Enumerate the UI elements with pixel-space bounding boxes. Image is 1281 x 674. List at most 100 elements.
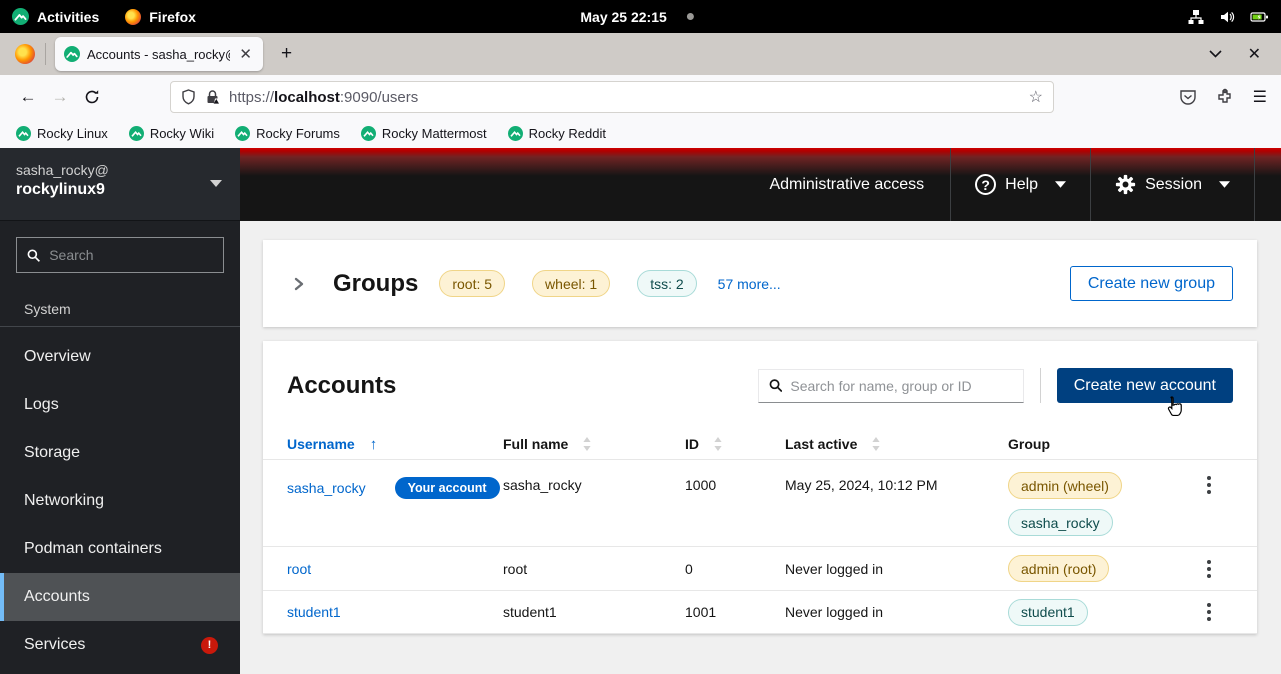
firefox-home-button[interactable] (10, 39, 40, 69)
group-chip-wheel[interactable]: wheel: 1 (532, 270, 610, 297)
sidebar-item-podman-containers[interactable]: Podman containers (0, 525, 240, 573)
host-switcher[interactable]: sasha_rocky@ rockylinux9 (0, 148, 240, 221)
group-chip-admin-root[interactable]: admin (root) (1008, 555, 1109, 582)
group-chip-sasha-rocky[interactable]: sasha_rocky (1008, 509, 1113, 536)
system-status-area[interactable] (1188, 9, 1269, 25)
alert-badge: ! (201, 637, 218, 654)
create-new-group-button[interactable]: Create new group (1070, 266, 1233, 301)
column-header-full-name[interactable]: Full name (503, 436, 685, 452)
bookmark-label: Rocky Forums (256, 126, 340, 141)
sidebar-item-storage[interactable]: Storage (0, 429, 240, 477)
sidebar-item-networking[interactable]: Networking (0, 477, 240, 525)
volume-icon (1219, 9, 1235, 25)
bookmark-label: Rocky Wiki (150, 126, 214, 141)
id-cell: 0 (685, 561, 785, 577)
firefox-icon (125, 9, 141, 25)
toolbar-divider (1040, 368, 1041, 403)
username-link[interactable]: student1 (287, 604, 341, 620)
username-link[interactable]: root (287, 561, 311, 577)
pocket-icon[interactable] (1179, 88, 1197, 106)
sidebar-item-logs[interactable]: Logs (0, 381, 240, 429)
reload-button[interactable] (76, 81, 108, 113)
new-tab-button[interactable]: + (275, 43, 298, 65)
menu-hamburger-icon[interactable]: ☰ (1253, 87, 1267, 107)
group-chip-admin-wheel[interactable]: admin (wheel) (1008, 472, 1122, 499)
session-menu[interactable]: Session (1090, 148, 1254, 221)
tab-bar-separator (45, 43, 46, 65)
bookmark-star-icon[interactable]: ☆ (1029, 87, 1043, 107)
sidebar-nav: Overview Logs Storage Networking Podman … (0, 333, 240, 669)
page-content: Groups root: 5 wheel: 1 tss: 2 57 more..… (240, 221, 1281, 674)
row-actions-kebab-icon[interactable] (1197, 556, 1221, 582)
bookmark-rocky-mattermost[interactable]: Rocky Mattermost (361, 126, 487, 141)
group-cell: student1 (1008, 599, 1197, 626)
bookmark-rocky-wiki[interactable]: Rocky Wiki (129, 126, 214, 141)
accounts-search[interactable] (758, 369, 1024, 403)
sidebar-search-input[interactable] (49, 247, 213, 263)
rocky-favicon-icon (361, 126, 376, 141)
forward-button[interactable]: → (44, 81, 76, 113)
chevron-down-icon (1219, 181, 1230, 188)
list-tabs-chevron-icon[interactable] (1209, 50, 1222, 58)
administrative-access-label: Administrative access (769, 176, 924, 194)
row-actions-kebab-icon[interactable] (1197, 599, 1221, 625)
rocky-favicon-icon (235, 126, 250, 141)
column-label: Group (1008, 436, 1050, 452)
tab-close-icon[interactable]: ✕ (237, 45, 254, 63)
administrative-access-button[interactable]: Administrative access (745, 148, 950, 221)
column-header-id[interactable]: ID (685, 436, 785, 452)
sidebar-item-label: Networking (24, 492, 104, 510)
chevron-down-icon (1055, 181, 1066, 188)
window-close-icon[interactable]: ✕ (1248, 44, 1261, 64)
bookmark-rocky-linux[interactable]: Rocky Linux (16, 126, 108, 141)
extensions-puzzle-icon[interactable] (1216, 88, 1234, 106)
tracking-shield-icon[interactable] (181, 89, 196, 105)
groups-more-link[interactable]: 57 more... (718, 276, 781, 292)
host-name: rockylinux9 (16, 181, 224, 199)
cockpit-sidebar: sasha_rocky@ rockylinux9 System Overview… (0, 148, 240, 674)
create-new-account-button[interactable]: Create new account (1057, 368, 1233, 403)
bookmark-rocky-forums[interactable]: Rocky Forums (235, 126, 340, 141)
sidebar-item-services[interactable]: Services ! (0, 621, 240, 669)
full-name-cell: sasha_rocky (503, 460, 685, 493)
bookmark-rocky-reddit[interactable]: Rocky Reddit (508, 126, 606, 141)
sidebar-item-label: Overview (24, 348, 91, 366)
sidebar-search[interactable] (16, 237, 224, 273)
rocky-favicon-icon (129, 126, 144, 141)
group-chip-student1[interactable]: student1 (1008, 599, 1088, 626)
sidebar-item-accounts[interactable]: Accounts (0, 573, 240, 621)
accounts-search-input[interactable] (790, 378, 1012, 394)
back-button[interactable]: ← (12, 81, 44, 113)
help-menu[interactable]: ? Help (950, 148, 1090, 221)
masthead-end-divider (1254, 148, 1281, 221)
battery-icon (1250, 9, 1269, 25)
group-chip-root[interactable]: root: 5 (439, 270, 505, 297)
column-label: ID (685, 436, 699, 452)
browser-tab-bar: Accounts - sasha_rocky@ ✕ + ✕ (0, 33, 1281, 75)
clock-button[interactable]: May 25 22:15 (580, 9, 693, 25)
last-active-cell: Never logged in (785, 604, 1008, 620)
group-cell: admin (root) (1008, 555, 1197, 582)
screen: Activities Firefox May 25 22:15 Accounts… (0, 0, 1281, 674)
username-link[interactable]: sasha_rocky (287, 480, 366, 496)
groups-expand-toggle[interactable] (287, 272, 311, 296)
tab-accounts[interactable]: Accounts - sasha_rocky@ ✕ (55, 37, 263, 71)
row-actions-kebab-icon[interactable] (1197, 472, 1221, 498)
lock-warning-icon[interactable] (205, 89, 220, 105)
column-header-last-active[interactable]: Last active (785, 436, 1008, 452)
bookmark-label: Rocky Linux (37, 126, 108, 141)
app-menu-firefox[interactable]: Firefox (125, 9, 196, 25)
reload-icon (84, 89, 100, 105)
group-chip-tss[interactable]: tss: 2 (637, 270, 696, 297)
url-text: https://localhost:9090/users (229, 89, 1020, 106)
table-row-root: root root 0 Never logged in admin (root) (263, 546, 1257, 590)
activities-button[interactable]: Activities (12, 8, 99, 25)
column-header-username[interactable]: Username ↑ (287, 436, 503, 453)
gnome-top-bar: Activities Firefox May 25 22:15 (0, 0, 1281, 33)
last-active-cell: Never logged in (785, 561, 1008, 577)
groups-chip-list: root: 5 wheel: 1 tss: 2 (439, 270, 696, 297)
sidebar-item-overview[interactable]: Overview (0, 333, 240, 381)
url-bar[interactable]: https://localhost:9090/users ☆ (170, 81, 1054, 113)
column-label: Last active (785, 436, 857, 452)
full-name-cell: root (503, 561, 685, 577)
